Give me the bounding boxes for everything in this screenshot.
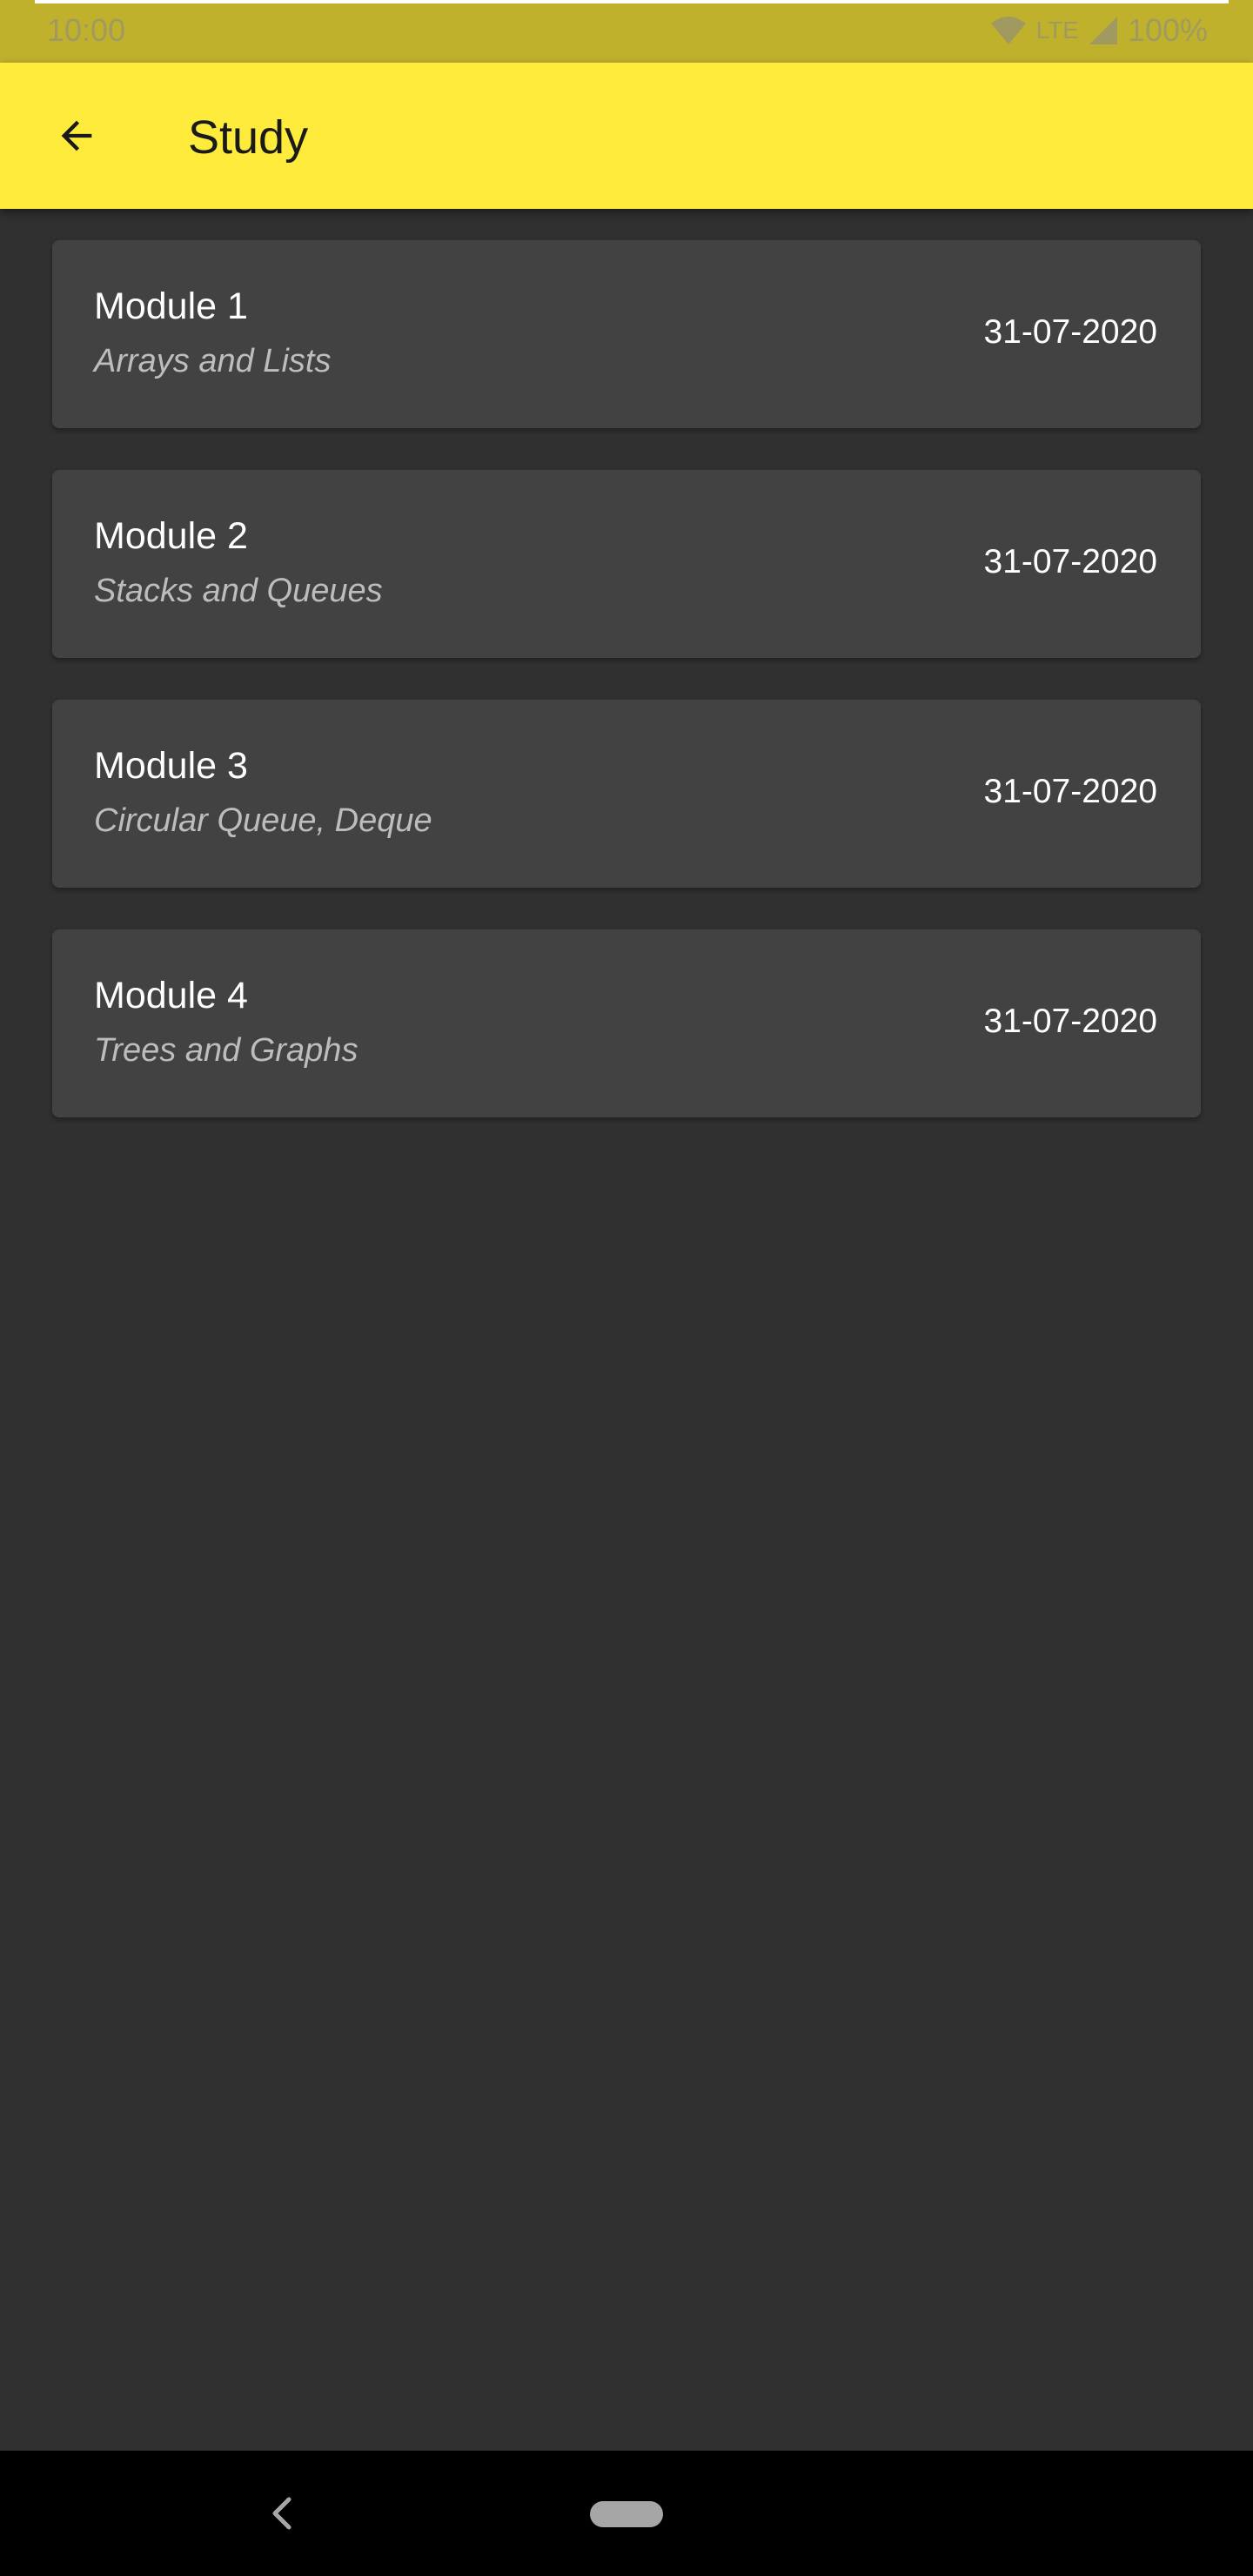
status-bar: 10:00 LTE 100% xyxy=(0,0,1253,63)
cell-signal-icon xyxy=(1089,17,1117,44)
module-date: 31-07-2020 xyxy=(983,1003,1158,1040)
back-button[interactable] xyxy=(38,97,115,174)
status-time: 10:00 xyxy=(47,12,126,48)
home-pill-icon[interactable] xyxy=(590,2501,663,2527)
battery-percentage: 100% xyxy=(1127,12,1208,48)
module-subtitle: Arrays and Lists xyxy=(94,343,332,379)
wifi-icon xyxy=(990,17,1026,44)
module-title: Module 4 xyxy=(94,975,248,1016)
app-bar: Study xyxy=(0,63,1253,209)
module-card[interactable]: Module 4 Trees and Graphs 31-07-2020 xyxy=(52,929,1201,1117)
nav-back-button[interactable] xyxy=(265,2491,299,2536)
arrow-left-icon xyxy=(61,120,92,151)
module-card[interactable]: Module 3 Circular Queue, Deque 31-07-202… xyxy=(52,700,1201,888)
module-title: Module 2 xyxy=(94,515,248,557)
module-subtitle: Trees and Graphs xyxy=(94,1032,358,1069)
status-icons: LTE 100% xyxy=(989,12,1208,49)
module-card[interactable]: Module 2 Stacks and Queues 31-07-2020 xyxy=(52,470,1201,658)
page-title: Study xyxy=(188,111,309,164)
module-card[interactable]: Module 1 Arrays and Lists 31-07-2020 xyxy=(52,240,1201,428)
chevron-left-icon xyxy=(272,2497,291,2530)
status-bar-top-line xyxy=(35,0,1229,3)
module-subtitle: Stacks and Queues xyxy=(94,573,383,609)
module-date: 31-07-2020 xyxy=(983,313,1158,351)
module-title: Module 1 xyxy=(94,285,248,327)
module-subtitle: Circular Queue, Deque xyxy=(94,802,432,839)
module-date: 31-07-2020 xyxy=(983,773,1158,810)
module-list: Module 1 Arrays and Lists 31-07-2020 Mod… xyxy=(52,240,1201,1159)
system-nav-bar xyxy=(0,2451,1253,2576)
network-type-label: LTE xyxy=(1035,17,1079,44)
module-date: 31-07-2020 xyxy=(983,543,1158,580)
module-title: Module 3 xyxy=(94,745,248,787)
